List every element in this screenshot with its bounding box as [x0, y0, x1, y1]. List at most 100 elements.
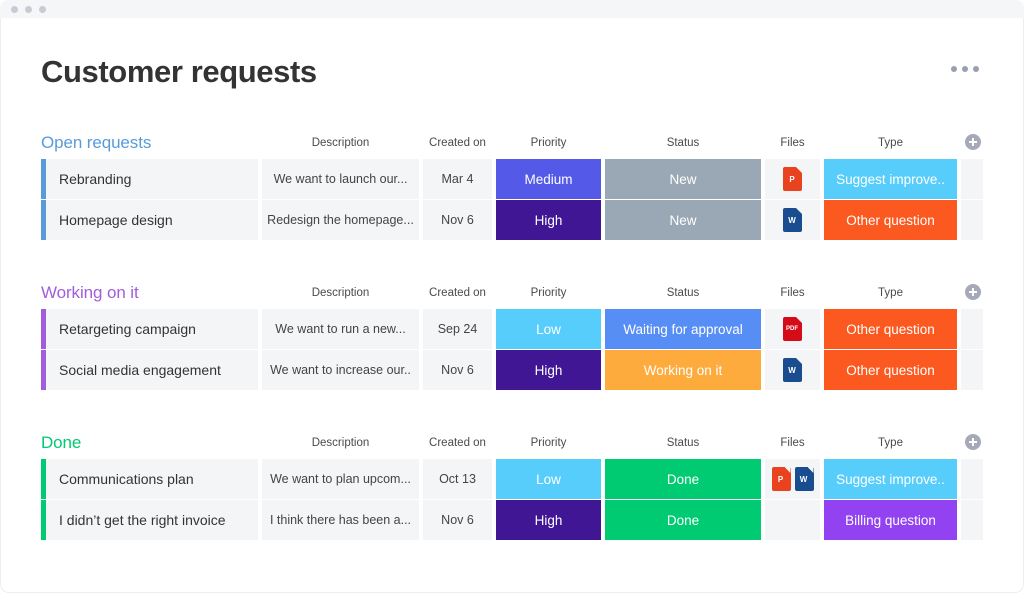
table-row[interactable]: Communications planWe want to plan upcom… — [1, 459, 1024, 499]
row-description-cell[interactable]: We want to launch our... — [262, 159, 419, 199]
row-files-cell[interactable] — [765, 500, 820, 540]
table-row[interactable]: Retargeting campaignWe want to run a new… — [1, 309, 1024, 349]
column-header-priority-open-requests[interactable]: Priority — [496, 137, 601, 149]
column-header-description-working-on-it[interactable]: Description — [262, 287, 419, 299]
overflow-dot-1 — [951, 66, 957, 72]
group-title-open-requests[interactable]: Open requests — [41, 133, 151, 153]
group-header-open-requests: Open requests Description Created on Priori… — [1, 133, 1024, 159]
app-root: Customer requests Open requests Descripti… — [0, 0, 1024, 593]
row-priority-cell[interactable]: High — [496, 200, 601, 240]
ppt-file-icon[interactable]: P — [772, 467, 791, 491]
column-header-created-on-working-on-it[interactable]: Created on — [423, 287, 492, 299]
add-column-button-working-on-it[interactable] — [965, 284, 981, 300]
group-header-working-on-it: Working on it Description Created on Priori… — [1, 283, 1024, 309]
row-status-cell[interactable]: Done — [605, 500, 761, 540]
row-status-cell[interactable]: New — [605, 200, 761, 240]
row-name-cell[interactable]: Homepage design — [41, 200, 258, 240]
row-status-cell[interactable]: Done — [605, 459, 761, 499]
row-files-cell[interactable]: W — [765, 200, 820, 240]
row-priority-cell[interactable]: High — [496, 350, 601, 390]
row-group-color-bar — [41, 350, 46, 390]
column-header-type-done[interactable]: Type — [824, 437, 957, 449]
row-type-cell[interactable]: Other question — [824, 200, 957, 240]
page-title: Customer requests — [41, 54, 317, 90]
row-name-cell[interactable]: Rebranding — [41, 159, 258, 199]
window-body: Customer requests Open requests Descripti… — [0, 18, 1024, 593]
column-header-type-open-requests[interactable]: Type — [824, 137, 957, 149]
row-type-cell[interactable]: Billing question — [824, 500, 957, 540]
column-header-status-open-requests[interactable]: Status — [605, 137, 761, 149]
row-status-cell[interactable]: Working on it — [605, 350, 761, 390]
row-created-on-cell[interactable]: Nov 6 — [423, 350, 492, 390]
ppt-file-icon[interactable]: P — [783, 167, 802, 191]
row-type-cell[interactable]: Suggest improve.. — [824, 159, 957, 199]
row-description-cell[interactable]: We want to increase our.. — [262, 350, 419, 390]
row-created-on-cell[interactable]: Mar 4 — [423, 159, 492, 199]
row-description-cell[interactable]: We want to run a new... — [262, 309, 419, 349]
column-header-description-done[interactable]: Description — [262, 437, 419, 449]
window-maximize-dot[interactable] — [39, 6, 46, 13]
word-file-icon[interactable]: W — [783, 358, 802, 382]
row-files-cell[interactable]: PDF — [765, 309, 820, 349]
row-trailing-spacer-cell[interactable] — [961, 200, 983, 240]
row-priority-cell[interactable]: High — [496, 500, 601, 540]
row-status-cell[interactable]: New — [605, 159, 761, 199]
row-type-cell[interactable]: Other question — [824, 350, 957, 390]
row-created-on-cell[interactable]: Oct 13 — [423, 459, 492, 499]
column-header-status-done[interactable]: Status — [605, 437, 761, 449]
row-trailing-spacer-cell[interactable] — [961, 500, 983, 540]
row-type-cell[interactable]: Suggest improve.. — [824, 459, 957, 499]
group-title-done[interactable]: Done — [41, 433, 81, 453]
column-header-status-working-on-it[interactable]: Status — [605, 287, 761, 299]
row-trailing-spacer-cell[interactable] — [961, 459, 983, 499]
row-status-cell[interactable]: Waiting for approval — [605, 309, 761, 349]
row-trailing-spacer-cell[interactable] — [961, 159, 983, 199]
table-row[interactable]: Social media engagementWe want to increa… — [1, 350, 1024, 390]
row-name-cell[interactable]: Social media engagement — [41, 350, 258, 390]
row-files-cell[interactable]: P — [765, 159, 820, 199]
word-file-icon[interactable]: W — [783, 208, 802, 232]
add-column-button-open-requests[interactable] — [965, 134, 981, 150]
group-title-working-on-it[interactable]: Working on it — [41, 283, 139, 303]
row-name-cell[interactable]: I didn’t get the right invoice — [41, 500, 258, 540]
pdf-file-icon[interactable]: PDF — [783, 317, 802, 341]
board-group-working-on-it: Working on it Description Created on Priori… — [1, 283, 1024, 309]
row-description-cell[interactable]: We want to plan upcom... — [262, 459, 419, 499]
row-files-cell[interactable]: PW — [765, 459, 820, 499]
row-trailing-spacer-cell[interactable] — [961, 309, 983, 349]
column-header-priority-done[interactable]: Priority — [496, 437, 601, 449]
column-header-files-done[interactable]: Files — [765, 437, 820, 449]
window-close-dot[interactable] — [11, 6, 18, 13]
file-icon-label: W — [800, 475, 809, 484]
table-row[interactable]: RebrandingWe want to launch our...Mar 4M… — [1, 159, 1024, 199]
column-header-type-working-on-it[interactable]: Type — [824, 287, 957, 299]
row-created-on-cell[interactable]: Nov 6 — [423, 500, 492, 540]
overflow-menu-button[interactable] — [947, 62, 983, 76]
overflow-dot-2 — [962, 66, 968, 72]
row-created-on-cell[interactable]: Sep 24 — [423, 309, 492, 349]
row-group-color-bar — [41, 309, 46, 349]
word-file-icon[interactable]: W — [795, 467, 814, 491]
column-header-files-open-requests[interactable]: Files — [765, 137, 820, 149]
row-trailing-spacer-cell[interactable] — [961, 350, 983, 390]
table-row[interactable]: Homepage designRedesign the homepage...N… — [1, 200, 1024, 240]
row-description-cell[interactable]: I think there has been a... — [262, 500, 419, 540]
row-name-cell[interactable]: Retargeting campaign — [41, 309, 258, 349]
row-priority-cell[interactable]: Medium — [496, 159, 601, 199]
window-minimize-dot[interactable] — [25, 6, 32, 13]
column-header-created-on-open-requests[interactable]: Created on — [423, 137, 492, 149]
row-files-cell[interactable]: W — [765, 350, 820, 390]
table-row[interactable]: I didn’t get the right invoiceI think th… — [1, 500, 1024, 540]
row-group-color-bar — [41, 500, 46, 540]
row-name-cell[interactable]: Communications plan — [41, 459, 258, 499]
column-header-files-working-on-it[interactable]: Files — [765, 287, 820, 299]
row-priority-cell[interactable]: Low — [496, 459, 601, 499]
add-column-button-done[interactable] — [965, 434, 981, 450]
row-priority-cell[interactable]: Low — [496, 309, 601, 349]
row-type-cell[interactable]: Other question — [824, 309, 957, 349]
row-description-cell[interactable]: Redesign the homepage... — [262, 200, 419, 240]
row-created-on-cell[interactable]: Nov 6 — [423, 200, 492, 240]
column-header-created-on-done[interactable]: Created on — [423, 437, 492, 449]
column-header-priority-working-on-it[interactable]: Priority — [496, 287, 601, 299]
column-header-description-open-requests[interactable]: Description — [262, 137, 419, 149]
